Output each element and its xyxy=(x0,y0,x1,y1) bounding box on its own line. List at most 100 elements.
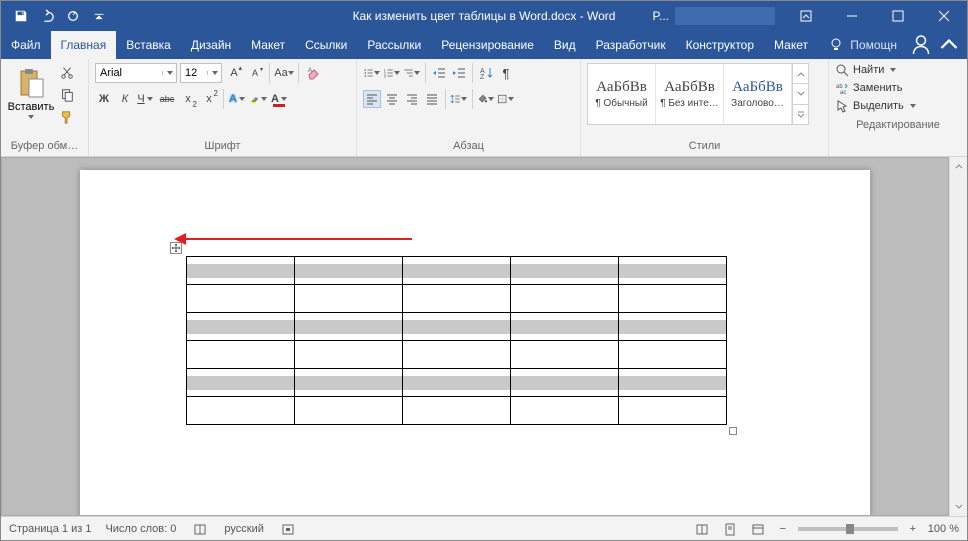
font-name-combo[interactable]: Arial xyxy=(95,63,177,83)
change-case-button[interactable]: Aa xyxy=(275,64,293,82)
status-word-count[interactable]: Число слов: 0 xyxy=(105,523,176,535)
print-layout-button[interactable] xyxy=(720,520,740,538)
maximize-button[interactable] xyxy=(875,1,921,31)
save-button[interactable] xyxy=(9,4,33,28)
format-painter-button[interactable] xyxy=(57,107,77,127)
underline-button[interactable]: Ч xyxy=(137,90,155,108)
document-table[interactable] xyxy=(186,256,727,425)
table-cell[interactable] xyxy=(187,341,295,369)
table-cell[interactable] xyxy=(187,313,295,341)
table-cell[interactable] xyxy=(403,397,511,425)
user-account[interactable]: P... xyxy=(645,7,783,25)
show-marks-button[interactable]: ¶ xyxy=(497,64,515,82)
zoom-level[interactable]: 100 % xyxy=(928,523,959,535)
table-cell[interactable] xyxy=(511,341,619,369)
table-move-handle[interactable] xyxy=(170,242,182,254)
scroll-up-button[interactable] xyxy=(950,157,967,175)
ribbon-options-button[interactable] xyxy=(783,1,829,31)
document-area[interactable] xyxy=(1,157,949,516)
align-right-button[interactable] xyxy=(403,90,421,108)
paste-button[interactable]: Вставить xyxy=(7,63,55,119)
status-page[interactable]: Страница 1 из 1 xyxy=(9,523,91,535)
table-cell[interactable] xyxy=(187,397,295,425)
styles-gallery[interactable]: АаБбВв¶ Обычный АаБбВв¶ Без инте… АаБбВв… xyxy=(587,63,809,125)
table-cell[interactable] xyxy=(295,313,403,341)
status-language[interactable]: русский xyxy=(224,523,263,535)
subscript-button[interactable]: x2 xyxy=(179,90,197,108)
close-button[interactable] xyxy=(921,1,967,31)
tab-insert[interactable]: Вставка xyxy=(116,31,181,59)
table-cell[interactable] xyxy=(403,313,511,341)
justify-button[interactable] xyxy=(423,90,441,108)
read-mode-button[interactable] xyxy=(692,520,712,538)
font-color-button[interactable]: A xyxy=(271,90,289,108)
shading-button[interactable] xyxy=(477,90,495,108)
zoom-thumb[interactable] xyxy=(846,524,854,534)
align-center-button[interactable] xyxy=(383,90,401,108)
web-layout-button[interactable] xyxy=(748,520,768,538)
table-cell[interactable] xyxy=(295,285,403,313)
table-cell[interactable] xyxy=(511,285,619,313)
borders-button[interactable] xyxy=(497,90,515,108)
table-cell[interactable] xyxy=(511,313,619,341)
replace-button[interactable]: abacЗаменить xyxy=(835,81,961,95)
cut-button[interactable] xyxy=(57,63,77,83)
table-cell[interactable] xyxy=(187,285,295,313)
tab-references[interactable]: Ссылки xyxy=(295,31,357,59)
line-spacing-button[interactable] xyxy=(450,90,468,108)
tell-me-search[interactable]: Помощн xyxy=(820,37,905,53)
table-cell[interactable] xyxy=(619,257,727,285)
table-cell[interactable] xyxy=(187,257,295,285)
table-cell[interactable] xyxy=(403,341,511,369)
share-button[interactable] xyxy=(909,33,933,57)
tab-design[interactable]: Дизайн xyxy=(181,31,241,59)
minimize-button[interactable] xyxy=(829,1,875,31)
vertical-scrollbar[interactable] xyxy=(949,157,967,516)
table-cell[interactable] xyxy=(295,341,403,369)
table-cell[interactable] xyxy=(511,257,619,285)
table-cell[interactable] xyxy=(295,257,403,285)
bullets-button[interactable] xyxy=(363,64,381,82)
table-cell[interactable] xyxy=(187,369,295,397)
table-cell[interactable] xyxy=(619,313,727,341)
tab-developer[interactable]: Разработчик xyxy=(586,31,676,59)
italic-button[interactable]: К xyxy=(116,90,134,108)
strikethrough-button[interactable]: abc xyxy=(158,90,176,108)
tab-layout[interactable]: Макет xyxy=(241,31,295,59)
table-cell[interactable] xyxy=(511,369,619,397)
table-cell[interactable] xyxy=(511,397,619,425)
tab-home[interactable]: Главная xyxy=(51,31,117,59)
table-cell[interactable] xyxy=(403,369,511,397)
style-normal[interactable]: АаБбВв¶ Обычный xyxy=(588,64,656,124)
grow-font-button[interactable]: A▴ xyxy=(225,64,243,82)
table-cell[interactable] xyxy=(403,285,511,313)
numbering-button[interactable]: 123 xyxy=(383,64,401,82)
superscript-button[interactable]: x2 xyxy=(200,90,218,108)
table-cell[interactable] xyxy=(619,285,727,313)
clear-formatting-button[interactable]: A xyxy=(304,64,322,82)
shrink-font-button[interactable]: A▾ xyxy=(246,64,264,82)
scroll-down-button[interactable] xyxy=(950,498,967,516)
style-heading1[interactable]: АаБбВвЗаголово… xyxy=(724,64,792,124)
tab-view[interactable]: Вид xyxy=(544,31,586,59)
increase-indent-button[interactable] xyxy=(450,64,468,82)
table-cell[interactable] xyxy=(295,397,403,425)
tab-table-layout[interactable]: Макет xyxy=(764,31,818,59)
find-button[interactable]: Найти xyxy=(835,63,961,77)
select-button[interactable]: Выделить xyxy=(835,99,961,113)
scroll-track[interactable] xyxy=(950,175,967,498)
decrease-indent-button[interactable] xyxy=(430,64,448,82)
page[interactable] xyxy=(80,170,870,516)
status-spell-check[interactable] xyxy=(190,520,210,538)
table-cell[interactable] xyxy=(619,341,727,369)
tab-mailings[interactable]: Рассылки xyxy=(357,31,431,59)
tab-review[interactable]: Рецензирование xyxy=(431,31,544,59)
tab-table-design[interactable]: Конструктор xyxy=(676,31,764,59)
text-effects-button[interactable]: A xyxy=(229,90,247,108)
zoom-out-button[interactable]: − xyxy=(776,523,790,535)
qat-customize-button[interactable] xyxy=(87,4,111,28)
highlight-button[interactable] xyxy=(250,90,268,108)
table-cell[interactable] xyxy=(619,397,727,425)
redo-button[interactable] xyxy=(61,4,85,28)
undo-button[interactable] xyxy=(35,4,59,28)
